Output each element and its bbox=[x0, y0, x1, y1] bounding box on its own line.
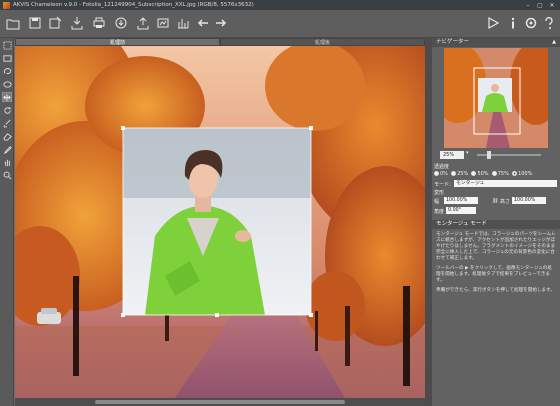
opacity-label: 透過度 bbox=[434, 164, 450, 170]
angle-input[interactable]: 0.00° bbox=[446, 207, 476, 214]
canvas-image bbox=[15, 46, 425, 398]
horizontal-scrollbar[interactable] bbox=[15, 398, 425, 406]
opacity-option-label: 0% bbox=[440, 171, 448, 177]
mode-select[interactable]: モンタージュ bbox=[454, 180, 557, 187]
navigator-header: ナビゲーター ▲ bbox=[432, 38, 560, 47]
panel-splitter[interactable] bbox=[425, 38, 432, 406]
mode-value: モンタージュ bbox=[456, 181, 485, 186]
tool-column bbox=[0, 38, 14, 406]
zoom-slider-knob[interactable] bbox=[487, 151, 491, 159]
selection-icon[interactable] bbox=[2, 40, 12, 50]
histogram-icon[interactable] bbox=[176, 16, 190, 30]
window-title: AKVIS Chameleon v.9.0 - Fotolia_12124990… bbox=[13, 2, 254, 8]
title-bar: AKVIS Chameleon v.9.0 - Fotolia_12124990… bbox=[0, 0, 560, 10]
tab-after[interactable]: 処理後 bbox=[220, 38, 425, 46]
close-button[interactable]: ✕ bbox=[546, 0, 558, 10]
width-input[interactable]: 100.00% bbox=[444, 197, 478, 204]
minimize-button[interactable]: – bbox=[522, 0, 534, 10]
brush-icon[interactable] bbox=[2, 118, 12, 128]
eyedropper-icon[interactable] bbox=[2, 144, 12, 154]
zoom-slider[interactable] bbox=[477, 151, 541, 159]
redo-icon[interactable] bbox=[214, 16, 228, 30]
width-label: 幅 bbox=[434, 199, 440, 205]
app-logo-icon bbox=[3, 1, 10, 9]
navigator-thumbnail[interactable] bbox=[444, 48, 548, 148]
rotate-icon[interactable] bbox=[2, 105, 12, 115]
rect-select-icon[interactable] bbox=[2, 53, 12, 63]
help-paragraph: ツールバーの ▶ をクリックして、画像モンタージュの処理を開始します。処理後タブ… bbox=[436, 266, 552, 283]
image-canvas[interactable] bbox=[15, 46, 425, 398]
zoom-row: 25% ▾ bbox=[432, 150, 560, 160]
angle-label: 角度 bbox=[434, 209, 445, 215]
opacity-radio-75[interactable] bbox=[491, 171, 497, 176]
lasso-icon[interactable] bbox=[2, 66, 12, 76]
collapse-arrow-icon[interactable]: ▲ bbox=[552, 38, 556, 47]
zoom-icon[interactable] bbox=[2, 170, 12, 180]
opacity-radio-25[interactable] bbox=[451, 171, 457, 176]
print-icon[interactable] bbox=[92, 16, 106, 30]
export-icon[interactable] bbox=[114, 16, 128, 30]
help-body: モンタージュ モードでは、コラージュのパーツをシームレスに統合しますが、アクセン… bbox=[436, 232, 556, 298]
zoom-dropdown-icon[interactable]: ▾ bbox=[466, 150, 469, 156]
undo-icon[interactable] bbox=[196, 16, 210, 30]
opacity-option-label: 100% bbox=[518, 171, 533, 177]
window-controls: – ▢ ✕ bbox=[522, 0, 558, 10]
ellipse-select-icon[interactable] bbox=[2, 79, 12, 89]
opacity-radio-0[interactable] bbox=[434, 171, 439, 176]
fragment-image bbox=[123, 128, 311, 315]
right-panel: ナビゲーター ▲ 25% ▾ 透過度 0% 25% 50% 75% 100% モ… bbox=[432, 38, 560, 406]
opacity-radio-100[interactable] bbox=[512, 171, 518, 176]
save-as-icon[interactable] bbox=[48, 16, 62, 30]
opacity-option-label: 75% bbox=[497, 171, 509, 177]
opacity-option-label: 50% bbox=[477, 171, 489, 177]
help-paragraph: モンタージュ モードでは、コラージュのパーツをシームレスに統合しますが、アクセン… bbox=[436, 232, 556, 261]
hand-icon[interactable] bbox=[2, 157, 12, 167]
opacity-radio-50[interactable] bbox=[471, 171, 477, 176]
transform-label: 変形 bbox=[434, 190, 445, 196]
help-title: モンタージュ モード bbox=[432, 220, 560, 229]
opacity-radios: 0% 25% 50% 75% 100% bbox=[434, 171, 532, 177]
info-icon[interactable] bbox=[506, 16, 520, 30]
batch-icon[interactable] bbox=[156, 16, 170, 30]
open-file-icon[interactable] bbox=[6, 16, 20, 30]
height-input[interactable]: 100.00% bbox=[512, 197, 546, 204]
scroll-thumb[interactable] bbox=[95, 400, 345, 404]
toolbar bbox=[0, 10, 560, 38]
navigator-title: ナビゲーター bbox=[436, 39, 470, 45]
transform-icon[interactable] bbox=[2, 92, 12, 102]
share-icon[interactable] bbox=[136, 16, 150, 30]
maximize-button[interactable]: ▢ bbox=[534, 0, 546, 10]
mode-label: モード: bbox=[434, 182, 451, 188]
help-icon[interactable] bbox=[542, 16, 556, 30]
height-label: 高さ bbox=[500, 199, 511, 205]
eraser-icon[interactable] bbox=[2, 131, 12, 141]
zoom-input[interactable]: 25% bbox=[440, 151, 464, 159]
link-icon[interactable]: ⛓ bbox=[492, 198, 498, 204]
view-tabs: 処理前 処理後 bbox=[15, 38, 425, 46]
tab-before[interactable]: 処理前 bbox=[15, 38, 220, 46]
import-icon[interactable] bbox=[70, 16, 84, 30]
save-file-icon[interactable] bbox=[28, 16, 42, 30]
run-icon[interactable] bbox=[486, 16, 500, 30]
settings-icon[interactable] bbox=[524, 16, 538, 30]
help-paragraph: 準備ができたら、実行ボタンを押して処理を開始します。 bbox=[436, 288, 555, 293]
opacity-option-label: 25% bbox=[457, 171, 469, 177]
